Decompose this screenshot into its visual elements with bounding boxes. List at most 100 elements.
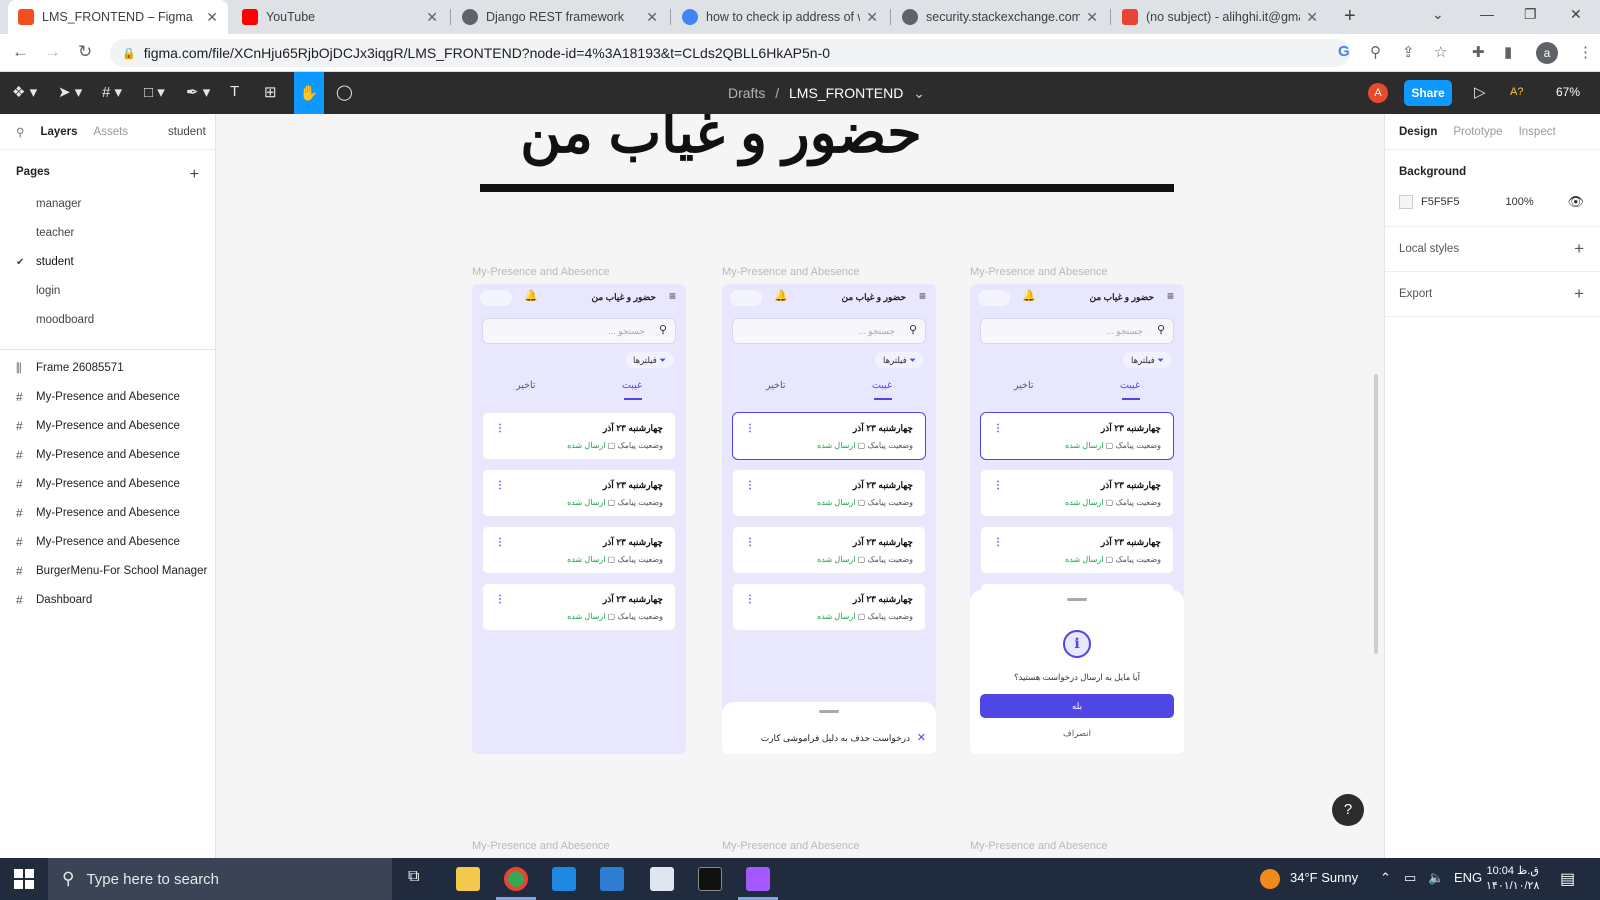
figma-app-icon[interactable]	[746, 867, 770, 891]
share-page-icon[interactable]: ⇪	[1402, 43, 1415, 61]
new-tab-button[interactable]: +	[1344, 5, 1356, 28]
address-bar[interactable]: 🔒 figma.com/file/XCnHju65RjbOjDCJx3iqgR/…	[110, 39, 1350, 67]
language-indicator[interactable]: ENG	[1454, 870, 1482, 885]
attendance-card[interactable]: چهارشنبه ۲۳ آذر وضعیت پیامک ▢ ارسال شده ⋮	[482, 412, 676, 460]
frame-label[interactable]: My-Presence and Abesence	[472, 266, 610, 278]
tab-prototype[interactable]: Prototype	[1453, 126, 1502, 138]
tab-layers[interactable]: Layers	[40, 126, 77, 138]
move-tool-icon[interactable]: ➤ ▾	[58, 83, 82, 101]
chevron-down-icon[interactable]: ⌄	[913, 85, 925, 101]
attendance-card[interactable]: چهارشنبه ۲۳ آذر وضعیت پیامک ▢ ارسال شده ⋮	[732, 526, 926, 574]
confirm-dialog-sheet[interactable]: i آیا مایل به ارسال درخواست هستید؟ بله ا…	[970, 590, 1184, 754]
photos-icon[interactable]	[650, 867, 674, 891]
search-layers-icon[interactable]: ⚲	[16, 125, 24, 139]
attendance-card[interactable]: چهارشنبه ۲۳ آذر وضعیت پیامک ▢ ارسال شده ⋮	[980, 526, 1174, 574]
more-options-icon[interactable]: ⋮	[993, 480, 1003, 491]
more-options-icon[interactable]: ⋮	[745, 594, 755, 605]
hamburger-menu-icon[interactable]: ≡	[1167, 289, 1174, 303]
bell-icon[interactable]: 🔔	[774, 289, 788, 302]
eye-icon[interactable]: 👁	[1567, 194, 1584, 210]
browser-tab-stackexchange[interactable]: security.stackexchange.com ✕	[892, 0, 1108, 34]
attendance-card-selected[interactable]: چهارشنبه ۲۳ آذر وضعیت پیامک ▢ ارسال شده ⋮	[732, 412, 926, 460]
more-options-icon[interactable]: ⋮	[745, 537, 755, 548]
browser-tab-youtube[interactable]: YouTube ✕	[232, 0, 448, 34]
tab-delay[interactable]: تاخیر	[1014, 380, 1034, 391]
layer-item[interactable]: # My-Presence and Abesence	[0, 528, 215, 557]
hamburger-menu-icon[interactable]: ≡	[669, 289, 676, 303]
close-window-icon[interactable]: ✕	[1570, 6, 1582, 23]
shape-tool-icon[interactable]: □ ▾	[144, 83, 165, 101]
background-swatch[interactable]	[1399, 195, 1413, 209]
attendance-card[interactable]: چهارشنبه ۲۳ آذر وضعیت پیامک ▢ ارسال شده ⋮	[482, 469, 676, 517]
add-style-icon[interactable]: +	[1574, 239, 1584, 259]
design-canvas[interactable]: حضور و غیاب من My-Presence and Abesence …	[216, 114, 1384, 858]
layer-item[interactable]: # My-Presence and Abesence	[0, 383, 215, 412]
browser-tab-django[interactable]: Django REST framework ✕	[452, 0, 668, 34]
chrome-icon[interactable]	[504, 867, 528, 891]
phone-frame[interactable]: 🔔 حضور و غیاب من ≡ جستجو ... ⚲ ⏷ فیلترها…	[722, 284, 936, 754]
bell-icon[interactable]: 🔔	[1022, 289, 1036, 302]
weather-text[interactable]: 34°F Sunny	[1290, 870, 1358, 885]
volume-icon[interactable]: 🔈	[1428, 870, 1444, 886]
filters-button[interactable]: ⏷ فیلترها	[1123, 352, 1172, 368]
more-options-icon[interactable]: ⋮	[495, 423, 505, 434]
search-input[interactable]: جستجو ... ⚲	[732, 318, 926, 344]
confirm-yes-button[interactable]: بله	[980, 694, 1174, 718]
layer-item[interactable]: # My-Presence and Abesence	[0, 412, 215, 441]
sheet-handle[interactable]	[819, 710, 839, 713]
tab-search-icon[interactable]: ⌄	[1432, 6, 1444, 23]
hamburger-menu-icon[interactable]: ≡	[919, 289, 926, 303]
accessibility-icon[interactable]: A?	[1510, 86, 1523, 98]
more-menu-icon[interactable]: ⋮	[1578, 43, 1593, 61]
close-tab-icon[interactable]: ✕	[206, 9, 218, 26]
current-page-dropdown[interactable]: student	[168, 126, 206, 138]
file-name[interactable]: LMS_FRONTEND	[789, 85, 903, 101]
vscode-icon[interactable]	[552, 867, 576, 891]
file-explorer-icon[interactable]	[456, 867, 480, 891]
task-view-icon[interactable]: ⧉	[408, 868, 419, 886]
bell-icon[interactable]: 🔔	[524, 289, 538, 302]
background-opacity[interactable]: 100%	[1506, 196, 1534, 208]
close-tab-icon[interactable]: ✕	[426, 9, 438, 26]
add-export-icon[interactable]: +	[1574, 284, 1584, 304]
attendance-card[interactable]: چهارشنبه ۲۳ آذر وضعیت پیامک ▢ ارسال شده ⋮	[980, 469, 1174, 517]
resources-icon[interactable]: ⊞	[264, 83, 277, 101]
more-options-icon[interactable]: ⋮	[495, 594, 505, 605]
google-lens-icon[interactable]: G	[1338, 43, 1350, 60]
bookmark-star-icon[interactable]: ☆	[1434, 43, 1447, 61]
layer-item[interactable]: # My-Presence and Abesence	[0, 470, 215, 499]
attendance-card[interactable]: چهارشنبه ۲۳ آذر وضعیت پیامک ▢ ارسال شده ⋮	[482, 526, 676, 574]
windows-start-icon[interactable]	[14, 869, 34, 889]
attendance-card[interactable]: چهارشنبه ۲۳ آذر وضعیت پیامک ▢ ارسال شده ⋮	[732, 469, 926, 517]
share-button[interactable]: Share	[1404, 80, 1452, 106]
user-avatar[interactable]: A	[1368, 83, 1388, 103]
restore-icon[interactable]: ❐	[1524, 6, 1537, 23]
phone-frame[interactable]: 🔔 حضور و غیاب من ≡ جستجو ... ⚲ ⏷ فیلترها…	[472, 284, 686, 754]
frame-label[interactable]: My-Presence and Abesence	[722, 266, 860, 278]
tab-absence[interactable]: غیبت	[1120, 380, 1140, 391]
tab-delay[interactable]: تاخیر	[516, 380, 536, 391]
breadcrumb-drafts[interactable]: Drafts	[728, 85, 765, 101]
tab-assets[interactable]: Assets	[94, 126, 129, 138]
tab-design[interactable]: Design	[1399, 126, 1437, 138]
profile-pill[interactable]	[978, 290, 1010, 306]
frame-label[interactable]: My-Presence and Abesence	[722, 840, 860, 852]
frame-label[interactable]: My-Presence and Abesence	[472, 840, 610, 852]
hand-tool-icon[interactable]: ✋	[294, 72, 324, 114]
browser-tab-google[interactable]: how to check ip address of w ✕	[672, 0, 888, 34]
attendance-card-selected[interactable]: چهارشنبه ۲۳ آذر وضعیت پیامک ▢ ارسال شده ⋮	[980, 412, 1174, 460]
present-icon[interactable]: ▷	[1474, 83, 1486, 101]
frame-tool-icon[interactable]: # ▾	[102, 83, 122, 101]
zoom-icon[interactable]: ⚲	[1370, 43, 1381, 61]
minimize-icon[interactable]: —	[1480, 6, 1494, 22]
attendance-card[interactable]: چهارشنبه ۲۳ آذر وضعیت پیامک ▢ ارسال شده ⋮	[482, 583, 676, 631]
extensions-icon[interactable]: ✚	[1472, 43, 1485, 61]
profile-avatar[interactable]: a	[1536, 42, 1558, 64]
profile-pill[interactable]	[480, 290, 512, 306]
text-tool-icon[interactable]: T	[230, 83, 239, 100]
cancel-button[interactable]: انصراف	[970, 728, 1184, 739]
attendance-card[interactable]: چهارشنبه ۲۳ آذر وضعیت پیامک ▢ ارسال شده ⋮	[732, 583, 926, 631]
sheet-option-text[interactable]: درخواست حذف به دلیل فراموشی کارت	[761, 733, 910, 744]
page-moodboard[interactable]: moodboard	[0, 306, 215, 335]
help-button[interactable]: ?	[1332, 794, 1364, 826]
